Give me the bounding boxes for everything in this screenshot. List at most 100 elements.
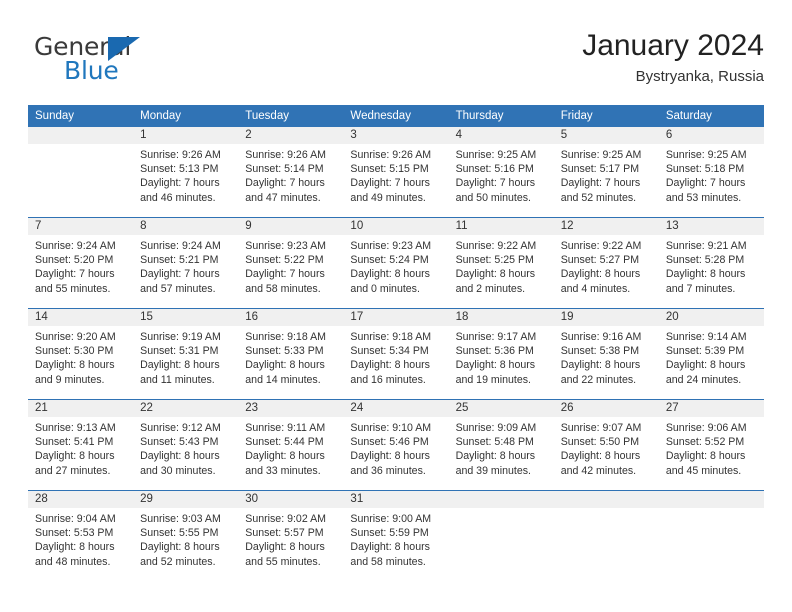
calendar-day-cell[interactable]: 16 Sunrise: 9:18 AM Sunset: 5:33 PM Dayligh… — [238, 308, 344, 400]
calendar-day-cell[interactable]: 26 Sunrise: 9:07 AM Sunset: 5:50 PM Dayligh… — [553, 399, 659, 491]
daylight-minutes-text: and 52 minutes. — [140, 555, 216, 568]
calendar-week-row: 28 Sunrise: 9:04 AM Sunset: 5:53 PM Dayligh… — [28, 490, 764, 581]
calendar-day-cell[interactable]: 24 Sunrise: 9:10 AM Sunset: 5:46 PM Dayligh… — [343, 399, 449, 491]
calendar-day-cell[interactable]: 2 Sunrise: 9:26 AM Sunset: 5:14 PM Daylight… — [238, 127, 344, 218]
calendar-day-cell[interactable]: 20 Sunrise: 9:14 AM Sunset: 5:39 PM Dayligh… — [658, 308, 764, 400]
calendar-day-cell[interactable]: 13 Sunrise: 9:21 AM Sunset: 5:28 PM Dayligh… — [658, 217, 764, 309]
calendar-day-cell[interactable]: 8 Sunrise: 9:24 AM Sunset: 5:21 PM Daylight… — [133, 217, 239, 309]
daylight-minutes-text: and 46 minutes. — [140, 191, 216, 204]
daylight-minutes-text: and 0 minutes. — [350, 282, 420, 295]
sunrise-text: Sunrise: 9:25 AM — [560, 149, 642, 161]
sunset-text: Sunset: 5:48 PM — [455, 436, 534, 449]
calendar-day-cell-empty — [658, 490, 764, 581]
sunrise-text: Sunrise: 9:19 AM — [140, 331, 221, 343]
day-number: 9 — [238, 218, 344, 235]
daylight-minutes-text: and 52 minutes. — [560, 191, 637, 204]
sunrise-text: Sunrise: 9:11 AM — [245, 422, 326, 434]
day-number — [553, 491, 659, 508]
calendar-day-cell-empty — [553, 490, 659, 581]
daylight-text: Daylight: 8 hours — [455, 450, 536, 463]
calendar-day-cell[interactable]: 6 Sunrise: 9:25 AM Sunset: 5:18 PM Daylight… — [658, 127, 764, 218]
calendar-day-cell[interactable]: 17 Sunrise: 9:18 AM Sunset: 5:34 PM Dayligh… — [343, 308, 449, 400]
daylight-minutes-text: and 45 minutes. — [665, 464, 742, 477]
calendar-day-cell[interactable]: 27 Sunrise: 9:06 AM Sunset: 5:52 PM Dayligh… — [658, 399, 764, 491]
sunrise-text: Sunrise: 9:26 AM — [245, 149, 326, 161]
calendar-day-cell[interactable]: 10 Sunrise: 9:23 AM Sunset: 5:24 PM Dayligh… — [343, 217, 449, 309]
sunset-text: Sunset: 5:31 PM — [140, 345, 219, 358]
logo-text-blue: Blue — [64, 56, 119, 85]
daylight-text: Daylight: 7 hours — [140, 268, 220, 281]
calendar-day-cell[interactable]: 9 Sunrise: 9:23 AM Sunset: 5:22 PM Daylight… — [238, 217, 344, 309]
daylight-text: Daylight: 8 hours — [140, 541, 220, 554]
daylight-minutes-text: and 47 minutes. — [245, 191, 321, 204]
sunset-text: Sunset: 5:46 PM — [350, 436, 429, 449]
sunrise-text: Sunrise: 9:25 AM — [455, 149, 537, 161]
weekday-header-wednesday: Wednesday — [343, 105, 449, 127]
calendar-day-cell[interactable]: 3 Sunrise: 9:26 AM Sunset: 5:15 PM Daylight… — [343, 127, 449, 218]
sunrise-text: Sunrise: 9:24 AM — [140, 240, 221, 252]
day-number: 21 — [28, 400, 134, 417]
daylight-text: Daylight: 8 hours — [350, 541, 430, 554]
calendar-day-cell[interactable]: 22 Sunrise: 9:12 AM Sunset: 5:43 PM Dayligh… — [133, 399, 239, 491]
daylight-text: Daylight: 7 hours — [245, 268, 325, 281]
weekday-header-sunday: Sunday — [28, 105, 134, 127]
day-number: 30 — [238, 491, 344, 508]
calendar-day-cell[interactable]: 12 Sunrise: 9:22 AM Sunset: 5:27 PM Dayligh… — [553, 217, 659, 309]
calendar-day-cell[interactable]: 15 Sunrise: 9:19 AM Sunset: 5:31 PM Dayligh… — [133, 308, 239, 400]
calendar-day-cell[interactable]: 29 Sunrise: 9:03 AM Sunset: 5:55 PM Dayligh… — [133, 490, 239, 581]
day-details: Sunrise: 9:11 AM Sunset: 5:44 PM Daylight:… — [238, 417, 343, 478]
daylight-minutes-text: and 49 minutes. — [350, 191, 426, 204]
sunset-text: Sunset: 5:18 PM — [665, 163, 745, 176]
sunrise-text: Sunrise: 9:24 AM — [35, 240, 116, 252]
day-details: Sunrise: 9:21 AM Sunset: 5:28 PM Daylight:… — [659, 235, 764, 296]
daylight-minutes-text: and 2 minutes. — [455, 282, 526, 295]
daylight-text: Daylight: 8 hours — [560, 450, 641, 463]
day-number — [28, 127, 134, 144]
calendar-day-cell[interactable]: 25 Sunrise: 9:09 AM Sunset: 5:48 PM Dayligh… — [448, 399, 554, 491]
sunset-text: Sunset: 5:36 PM — [455, 345, 534, 358]
daylight-minutes-text: and 7 minutes. — [665, 282, 736, 295]
calendar-day-cell[interactable]: 11 Sunrise: 9:22 AM Sunset: 5:25 PM Dayligh… — [448, 217, 554, 309]
calendar-day-cell[interactable]: 1 Sunrise: 9:26 AM Sunset: 5:13 PM Daylight… — [133, 127, 239, 218]
daylight-minutes-text: and 11 minutes. — [140, 373, 215, 386]
sunrise-text: Sunrise: 9:02 AM — [245, 513, 326, 525]
calendar-week-row: 21 Sunrise: 9:13 AM Sunset: 5:41 PM Dayligh… — [28, 399, 764, 491]
sunset-text: Sunset: 5:39 PM — [665, 345, 745, 358]
calendar-week-row: 14 Sunrise: 9:20 AM Sunset: 5:30 PM Dayligh… — [28, 308, 764, 400]
sunset-text: Sunset: 5:16 PM — [455, 163, 534, 176]
day-details: Sunrise: 9:26 AM Sunset: 5:13 PM Daylight:… — [133, 144, 238, 205]
calendar-day-cell[interactable]: 31 Sunrise: 9:00 AM Sunset: 5:59 PM Dayligh… — [343, 490, 449, 581]
calendar-day-cell[interactable]: 5 Sunrise: 9:25 AM Sunset: 5:17 PM Daylight… — [553, 127, 659, 218]
day-number: 15 — [133, 309, 239, 326]
daylight-minutes-text: and 36 minutes. — [350, 464, 426, 477]
calendar-body: 1 Sunrise: 9:26 AM Sunset: 5:13 PM Daylight… — [28, 127, 764, 581]
day-number: 11 — [448, 218, 554, 235]
sunrise-text: Sunrise: 9:26 AM — [350, 149, 432, 161]
day-details: Sunrise: 9:25 AM Sunset: 5:16 PM Daylight:… — [449, 144, 554, 205]
day-details: Sunrise: 9:26 AM Sunset: 5:15 PM Daylight:… — [343, 144, 448, 205]
daylight-minutes-text: and 16 minutes. — [350, 373, 426, 386]
calendar-day-cell[interactable]: 23 Sunrise: 9:11 AM Sunset: 5:44 PM Dayligh… — [238, 399, 344, 491]
sunset-text: Sunset: 5:38 PM — [560, 345, 640, 358]
daylight-text: Daylight: 8 hours — [665, 359, 746, 372]
general-blue-logo[interactable]: General Blue — [34, 32, 214, 88]
daylight-text: Daylight: 8 hours — [245, 359, 325, 372]
calendar-day-cell[interactable]: 30 Sunrise: 9:02 AM Sunset: 5:57 PM Dayligh… — [238, 490, 344, 581]
calendar-day-cell[interactable]: 28 Sunrise: 9:04 AM Sunset: 5:53 PM Dayligh… — [28, 490, 134, 581]
daylight-text: Daylight: 7 hours — [560, 177, 641, 190]
day-number: 12 — [553, 218, 659, 235]
sunrise-text: Sunrise: 9:03 AM — [140, 513, 221, 525]
calendar-day-cell[interactable]: 7 Sunrise: 9:24 AM Sunset: 5:20 PM Daylight… — [28, 217, 134, 309]
sunrise-text: Sunrise: 9:18 AM — [245, 331, 326, 343]
day-details: Sunrise: 9:06 AM Sunset: 5:52 PM Daylight:… — [659, 417, 764, 478]
calendar-grid: Sunday Monday Tuesday Wednesday Thursday… — [28, 105, 764, 581]
calendar-day-cell[interactable]: 14 Sunrise: 9:20 AM Sunset: 5:30 PM Dayligh… — [28, 308, 134, 400]
daylight-text: Daylight: 8 hours — [35, 541, 115, 554]
calendar-day-cell[interactable]: 19 Sunrise: 9:16 AM Sunset: 5:38 PM Dayligh… — [553, 308, 659, 400]
weekday-header-saturday: Saturday — [658, 105, 764, 127]
calendar-header-row: Sunday Monday Tuesday Wednesday Thursday… — [28, 105, 764, 127]
calendar-day-cell[interactable]: 18 Sunrise: 9:17 AM Sunset: 5:36 PM Dayligh… — [448, 308, 554, 400]
day-number: 25 — [448, 400, 554, 417]
calendar-day-cell[interactable]: 21 Sunrise: 9:13 AM Sunset: 5:41 PM Dayligh… — [28, 399, 134, 491]
calendar-day-cell[interactable]: 4 Sunrise: 9:25 AM Sunset: 5:16 PM Daylight… — [448, 127, 554, 218]
